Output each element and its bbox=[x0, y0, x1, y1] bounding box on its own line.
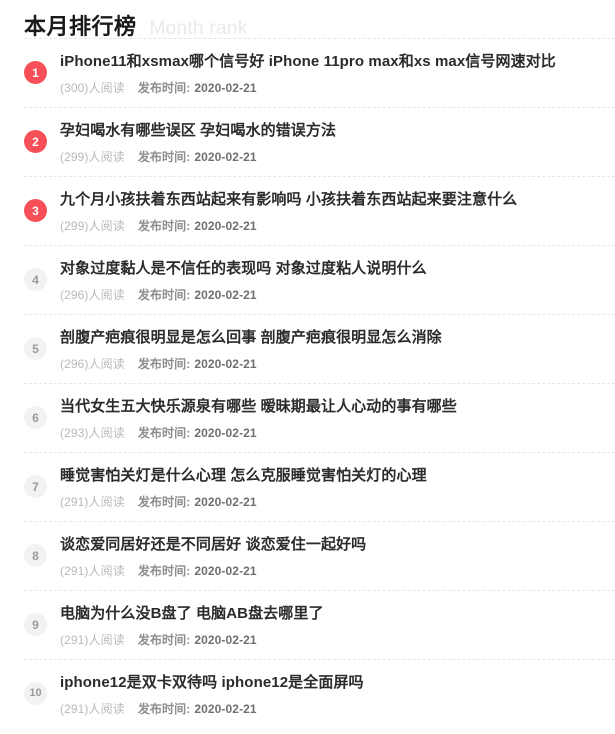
publish-date-value: 2020-02-21 bbox=[194, 357, 257, 371]
article-meta: (291)人阅读 发布时间: 2020-02-21 bbox=[60, 702, 615, 716]
article-title-link[interactable]: 睡觉害怕关灯是什么心理 怎么克服睡觉害怕关灯的心理 bbox=[60, 466, 615, 486]
publish-date-value: 2020-02-21 bbox=[194, 81, 257, 95]
publish-date-label: 发布时间: bbox=[137, 357, 191, 371]
article-title-link[interactable]: 谈恋爱同居好还是不同居好 谈恋爱住一起好吗 bbox=[60, 535, 615, 555]
rank-list: 1 iPhone11和xsmax哪个信号好 iPhone 11pro max和xs… bbox=[0, 39, 615, 728]
article-title-link[interactable]: 电脑为什么没B盘了 电脑AB盘去哪里了 bbox=[60, 604, 615, 624]
publish-date-label: 发布时间: bbox=[137, 426, 191, 440]
page-title: 本月排行榜 bbox=[24, 14, 137, 39]
publish-date-label: 发布时间: bbox=[137, 219, 191, 233]
rank-badge: 5 bbox=[24, 337, 47, 360]
list-item[interactable]: 1 iPhone11和xsmax哪个信号好 iPhone 11pro max和xs… bbox=[24, 39, 615, 107]
publish-date-label: 发布时间: bbox=[137, 633, 191, 647]
read-count: (291)人阅读 bbox=[60, 702, 125, 716]
read-count: (300)人阅读 bbox=[60, 81, 125, 95]
publish-date-value: 2020-02-21 bbox=[194, 495, 257, 509]
read-count: (299)人阅读 bbox=[60, 150, 125, 164]
list-item[interactable]: 6 当代女生五大快乐源泉有哪些 暧昧期最让人心动的事有哪些 (293)人阅读 发布时间… bbox=[24, 384, 615, 452]
publish-date-label: 发布时间: bbox=[137, 495, 191, 509]
publish-date-value: 2020-02-21 bbox=[194, 564, 257, 578]
rank-badge: 1 bbox=[24, 61, 47, 84]
article-meta: (296)人阅读 发布时间: 2020-02-21 bbox=[60, 357, 615, 371]
rank-badge: 3 bbox=[24, 199, 47, 222]
publish-date-value: 2020-02-21 bbox=[194, 702, 257, 716]
list-item-body: iphone12是双卡双待吗 iphone12是全面屏吗 (291)人阅读 发布时间… bbox=[47, 673, 615, 716]
month-rank-widget: 本月排行榜 Month rank 1 iPhone11和xsmax哪个信号好 iP… bbox=[0, 0, 615, 728]
read-count: (291)人阅读 bbox=[60, 495, 125, 509]
article-meta: (291)人阅读 发布时间: 2020-02-21 bbox=[60, 564, 615, 578]
article-meta: (300)人阅读 发布时间: 2020-02-21 bbox=[60, 81, 615, 95]
list-item[interactable]: 10 iphone12是双卡双待吗 iphone12是全面屏吗 (291)人阅读 发布… bbox=[24, 660, 615, 728]
publish-date-label: 发布时间: bbox=[137, 288, 191, 302]
article-title-link[interactable]: iphone12是双卡双待吗 iphone12是全面屏吗 bbox=[60, 673, 615, 693]
article-title-link[interactable]: 孕妇喝水有哪些误区 孕妇喝水的错误方法 bbox=[60, 121, 615, 141]
read-count: (291)人阅读 bbox=[60, 633, 125, 647]
list-item[interactable]: 9 电脑为什么没B盘了 电脑AB盘去哪里了 (291)人阅读 发布时间: 2020-02… bbox=[24, 591, 615, 659]
list-item-body: 对象过度黏人是不信任的表现吗 对象过度粘人说明什么 (296)人阅读 发布时间: 20… bbox=[47, 259, 615, 302]
rank-badge: 9 bbox=[24, 613, 47, 636]
publish-date-value: 2020-02-21 bbox=[194, 219, 257, 233]
list-item[interactable]: 3 九个月小孩扶着东西站起来有影响吗 小孩扶着东西站起来要注意什么 (299)人阅读… bbox=[24, 177, 615, 245]
rank-badge: 8 bbox=[24, 544, 47, 567]
read-count: (296)人阅读 bbox=[60, 288, 125, 302]
article-meta: (291)人阅读 发布时间: 2020-02-21 bbox=[60, 495, 615, 509]
list-item[interactable]: 2 孕妇喝水有哪些误区 孕妇喝水的错误方法 (299)人阅读 发布时间: 2020-02… bbox=[24, 108, 615, 176]
page-title-subtitle: Month rank bbox=[149, 18, 248, 39]
article-meta: (293)人阅读 发布时间: 2020-02-21 bbox=[60, 426, 615, 440]
read-count: (296)人阅读 bbox=[60, 357, 125, 371]
list-item-body: 电脑为什么没B盘了 电脑AB盘去哪里了 (291)人阅读 发布时间: 2020-02-… bbox=[47, 604, 615, 647]
publish-date-value: 2020-02-21 bbox=[194, 150, 257, 164]
rank-badge: 4 bbox=[24, 268, 47, 291]
publish-date-label: 发布时间: bbox=[137, 564, 191, 578]
list-item[interactable]: 5 剖腹产疤痕很明显是怎么回事 剖腹产疤痕很明显怎么消除 (296)人阅读 发布时间:… bbox=[24, 315, 615, 383]
article-title-link[interactable]: 当代女生五大快乐源泉有哪些 暧昧期最让人心动的事有哪些 bbox=[60, 397, 615, 417]
list-item-body: 睡觉害怕关灯是什么心理 怎么克服睡觉害怕关灯的心理 (291)人阅读 发布时间: 20… bbox=[47, 466, 615, 509]
rank-badge: 2 bbox=[24, 130, 47, 153]
read-count: (291)人阅读 bbox=[60, 564, 125, 578]
article-title-link[interactable]: 九个月小孩扶着东西站起来有影响吗 小孩扶着东西站起来要注意什么 bbox=[60, 190, 615, 210]
rank-badge: 7 bbox=[24, 475, 47, 498]
list-item-body: 孕妇喝水有哪些误区 孕妇喝水的错误方法 (299)人阅读 发布时间: 2020-02-… bbox=[47, 121, 615, 164]
publish-date-value: 2020-02-21 bbox=[194, 633, 257, 647]
publish-date-label: 发布时间: bbox=[137, 702, 191, 716]
article-meta: (299)人阅读 发布时间: 2020-02-21 bbox=[60, 150, 615, 164]
read-count: (293)人阅读 bbox=[60, 426, 125, 440]
rank-badge: 6 bbox=[24, 406, 47, 429]
article-title-link[interactable]: 剖腹产疤痕很明显是怎么回事 剖腹产疤痕很明显怎么消除 bbox=[60, 328, 615, 348]
publish-date-value: 2020-02-21 bbox=[194, 288, 257, 302]
list-item[interactable]: 7 睡觉害怕关灯是什么心理 怎么克服睡觉害怕关灯的心理 (291)人阅读 发布时间: 2… bbox=[24, 453, 615, 521]
article-title-link[interactable]: iPhone11和xsmax哪个信号好 iPhone 11pro max和xs … bbox=[60, 52, 615, 72]
list-item[interactable]: 8 谈恋爱同居好还是不同居好 谈恋爱住一起好吗 (291)人阅读 发布时间: 2020-… bbox=[24, 522, 615, 590]
widget-header: 本月排行榜 Month rank bbox=[0, 0, 615, 39]
list-item-body: iPhone11和xsmax哪个信号好 iPhone 11pro max和xs … bbox=[47, 52, 615, 95]
list-item[interactable]: 4 对象过度黏人是不信任的表现吗 对象过度粘人说明什么 (296)人阅读 发布时间: 2… bbox=[24, 246, 615, 314]
list-item-body: 当代女生五大快乐源泉有哪些 暧昧期最让人心动的事有哪些 (293)人阅读 发布时间:… bbox=[47, 397, 615, 440]
list-item-body: 谈恋爱同居好还是不同居好 谈恋爱住一起好吗 (291)人阅读 发布时间: 2020-0… bbox=[47, 535, 615, 578]
publish-date-label: 发布时间: bbox=[137, 150, 191, 164]
read-count: (299)人阅读 bbox=[60, 219, 125, 233]
article-title-link[interactable]: 对象过度黏人是不信任的表现吗 对象过度粘人说明什么 bbox=[60, 259, 615, 279]
article-meta: (299)人阅读 发布时间: 2020-02-21 bbox=[60, 219, 615, 233]
list-item-body: 九个月小孩扶着东西站起来有影响吗 小孩扶着东西站起来要注意什么 (299)人阅读发… bbox=[47, 190, 615, 233]
rank-badge: 10 bbox=[24, 682, 47, 705]
publish-date-label: 发布时间: bbox=[137, 81, 191, 95]
article-meta: (296)人阅读 发布时间: 2020-02-21 bbox=[60, 288, 615, 302]
list-item-body: 剖腹产疤痕很明显是怎么回事 剖腹产疤痕很明显怎么消除 (296)人阅读 发布时间: 2… bbox=[47, 328, 615, 371]
article-meta: (291)人阅读 发布时间: 2020-02-21 bbox=[60, 633, 615, 647]
publish-date-value: 2020-02-21 bbox=[194, 426, 257, 440]
